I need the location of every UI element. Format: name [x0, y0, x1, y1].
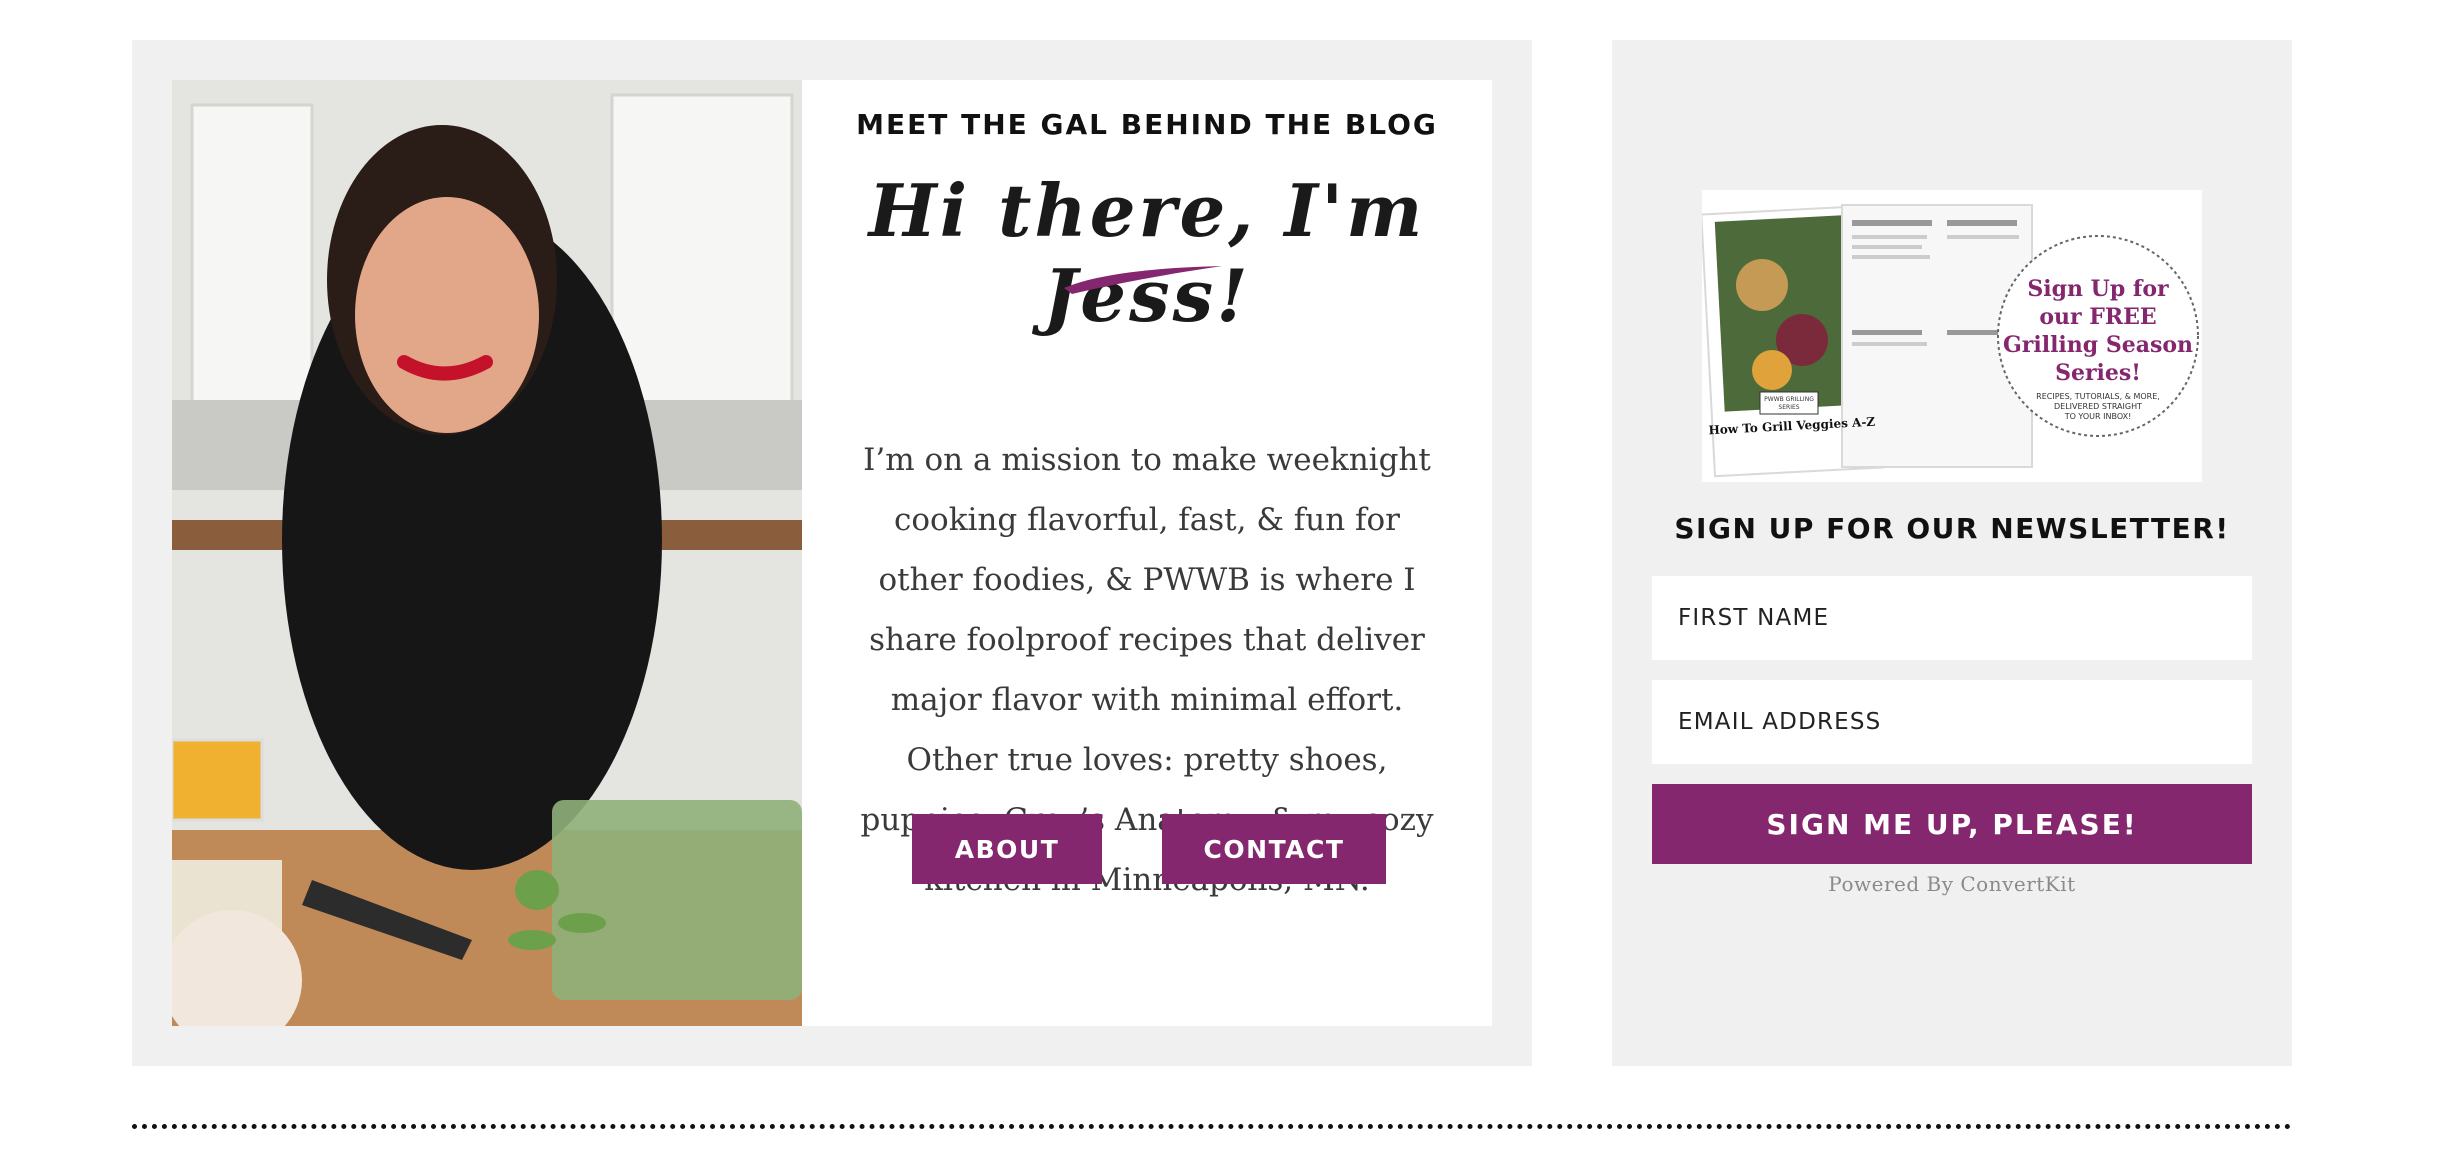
about-card: MEET THE GAL BEHIND THE BLOG Hi there, I…: [172, 80, 1492, 1026]
svg-text:Sign Up for: Sign Up for: [2027, 276, 2169, 302]
svg-text:DELIVERED STRAIGHT: DELIVERED STRAIGHT: [2054, 402, 2142, 411]
svg-text:RECIPES, TUTORIALS, & MORE,: RECIPES, TUTORIALS, & MORE,: [2036, 392, 2160, 401]
signup-submit-button[interactable]: SIGN ME UP, PLEASE!: [1652, 784, 2252, 864]
greeting-heading: Hi there, I'm Jess!: [868, 168, 1426, 338]
svg-text:Grilling Season: Grilling Season: [2003, 332, 2193, 358]
email-input[interactable]: [1652, 680, 2252, 764]
about-section: MEET THE GAL BEHIND THE BLOG Hi there, I…: [132, 40, 1532, 1066]
newsletter-heading: SIGN UP FOR OUR NEWSLETTER!: [1674, 512, 2230, 545]
about-content: MEET THE GAL BEHIND THE BLOG Hi there, I…: [802, 80, 1492, 1026]
svg-text:our FREE: our FREE: [2039, 304, 2156, 330]
about-button[interactable]: ABOUT: [912, 814, 1102, 884]
author-photo: [172, 80, 802, 1026]
svg-text:TO YOUR INBOX!: TO YOUR INBOX!: [2064, 412, 2132, 421]
about-eyebrow: MEET THE GAL BEHIND THE BLOG: [856, 108, 1438, 141]
svg-text:Series!: Series!: [2055, 360, 2141, 386]
svg-text:SERIES: SERIES: [1778, 404, 1799, 411]
brush-stroke-icon: [1064, 266, 1222, 294]
svg-text:PWWB GRILLING: PWWB GRILLING: [1764, 396, 1814, 403]
grilling-series-promo-image[interactable]: Sign Up for our FREE Grilling Season Ser…: [1702, 190, 2202, 482]
section-divider: [132, 1124, 2292, 1129]
newsletter-section: Sign Up for our FREE Grilling Season Ser…: [1612, 40, 2292, 1066]
contact-button[interactable]: CONTACT: [1162, 814, 1386, 884]
powered-by-convertkit[interactable]: Powered By ConvertKit: [1612, 872, 2292, 896]
first-name-input[interactable]: [1652, 576, 2252, 660]
